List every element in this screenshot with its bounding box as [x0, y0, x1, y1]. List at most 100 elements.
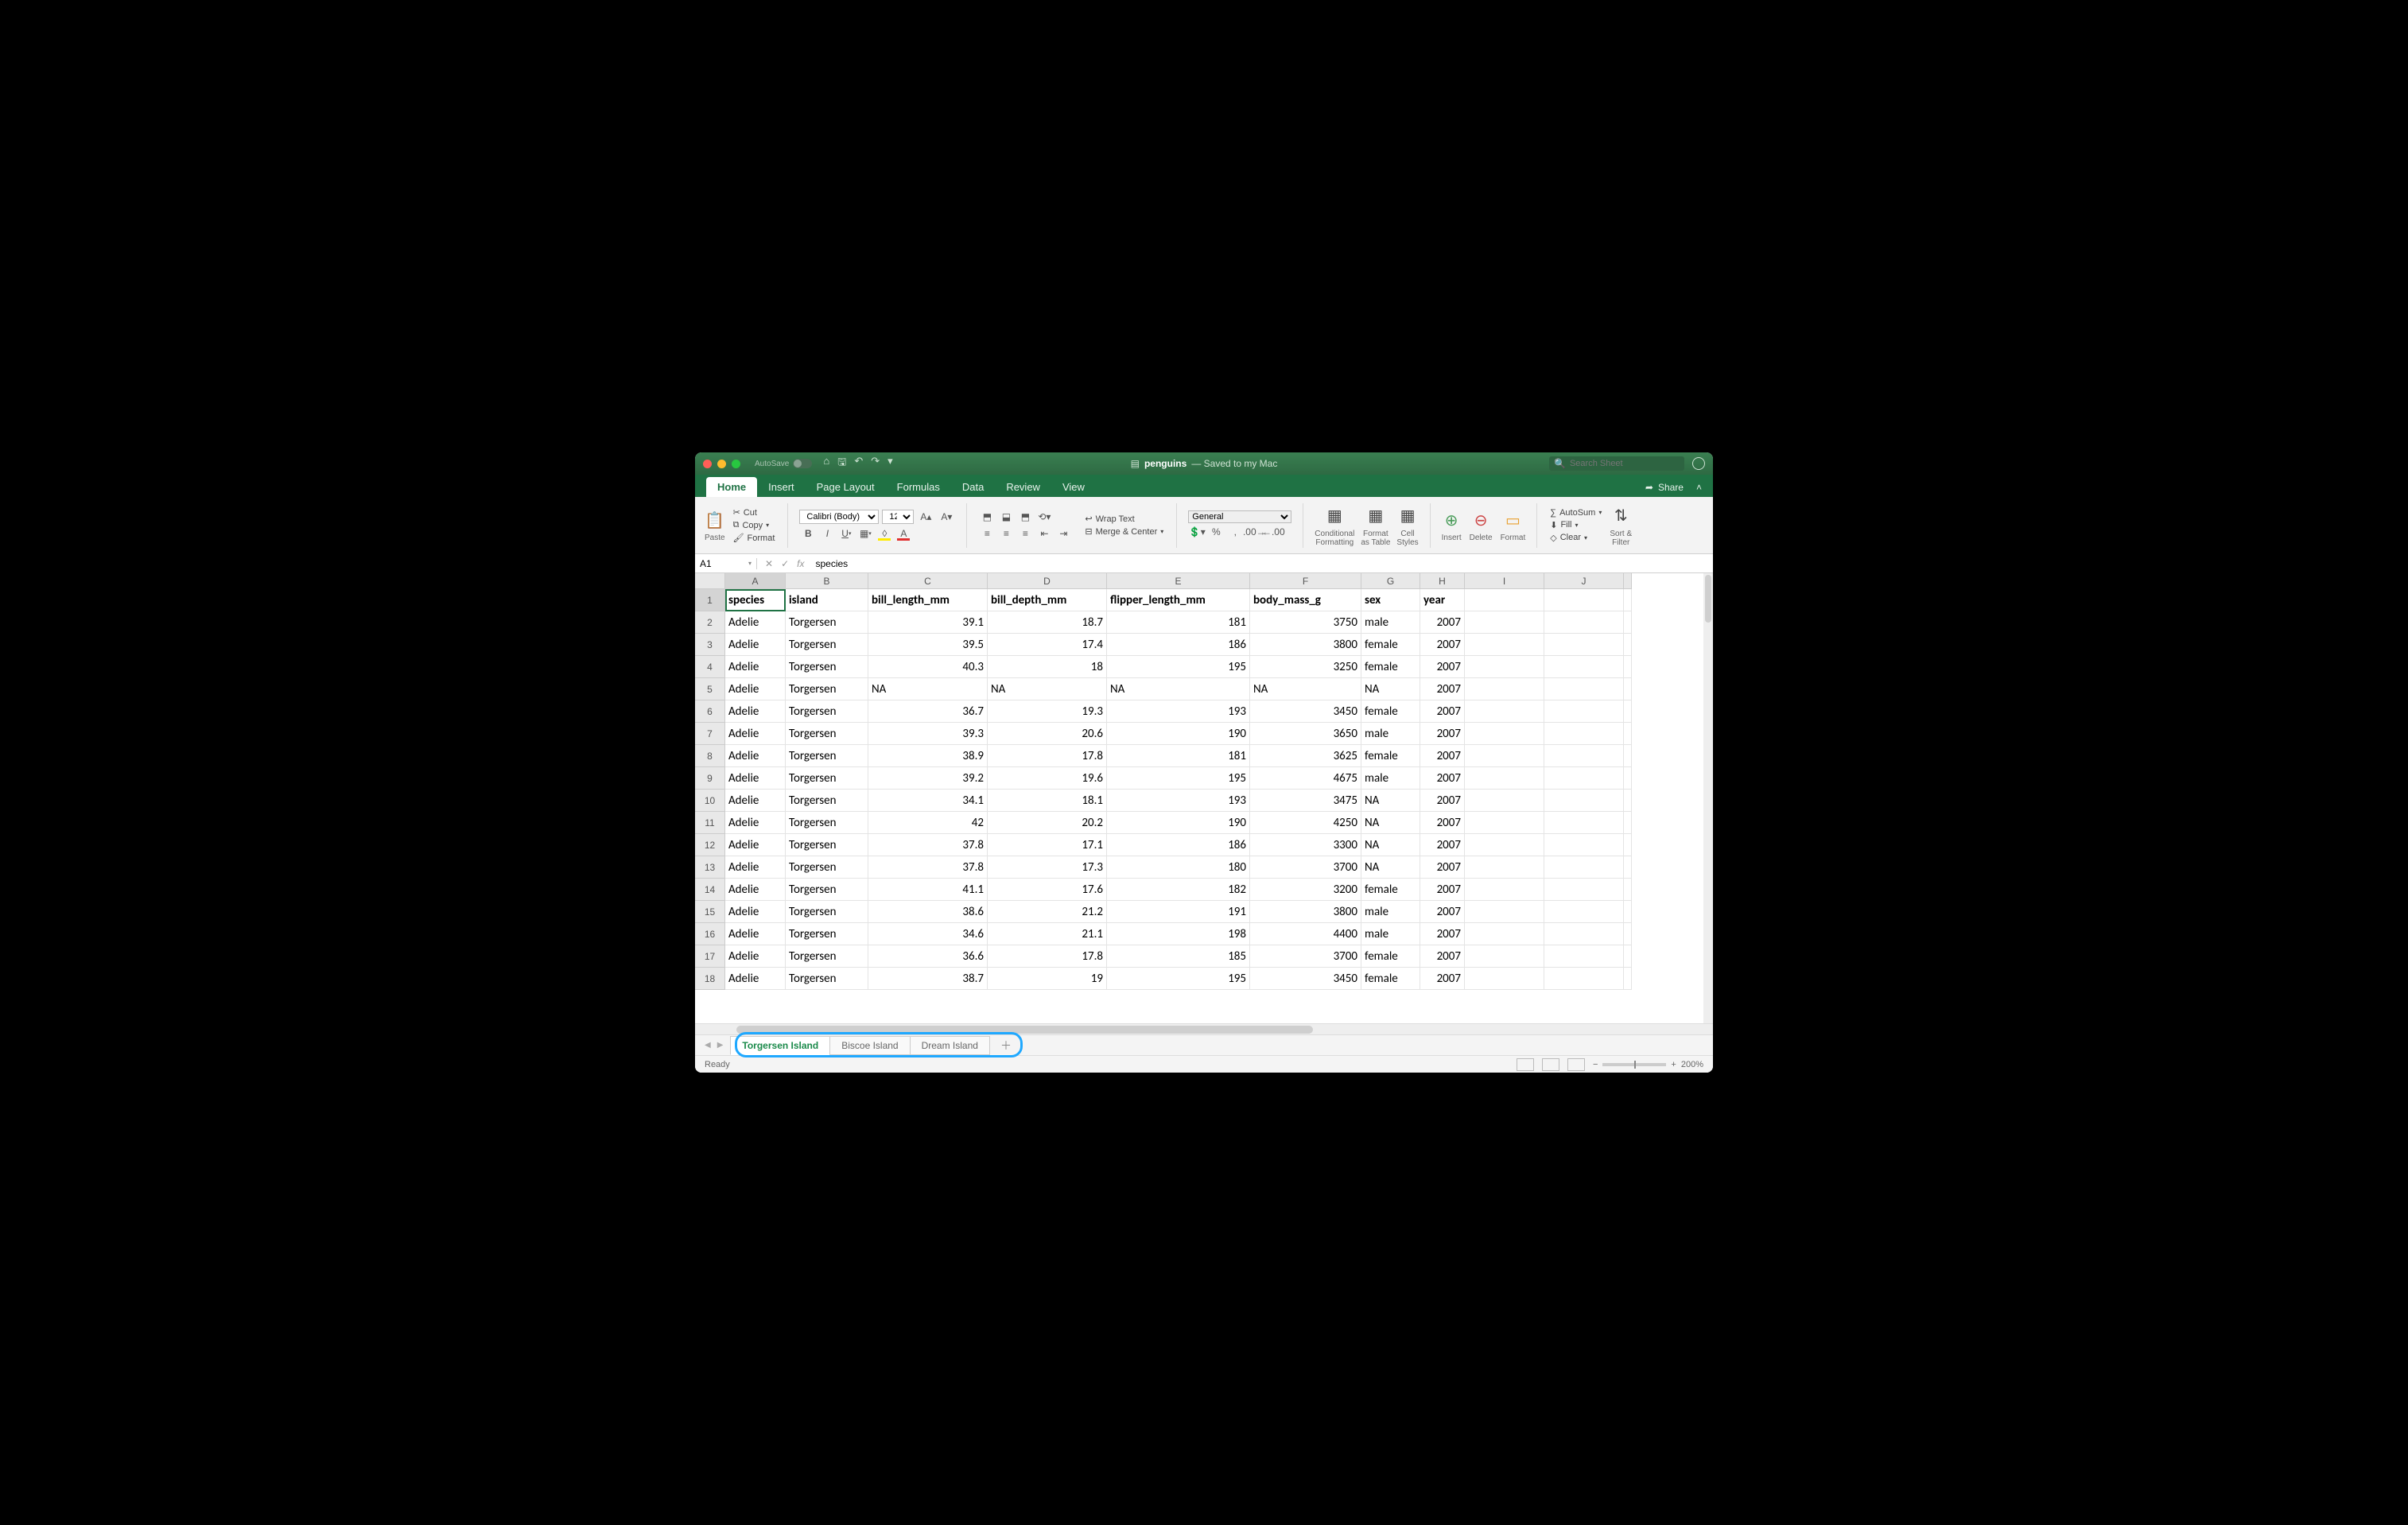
col-header-J[interactable]: J — [1544, 573, 1624, 589]
cell-C11[interactable]: 42 — [868, 812, 988, 834]
cell-I17[interactable] — [1465, 945, 1544, 968]
cell-H7[interactable]: 2007 — [1420, 723, 1465, 745]
cell-J13[interactable] — [1544, 856, 1624, 879]
accounting-icon[interactable]: 💲▾ — [1188, 524, 1206, 540]
search-input[interactable] — [1570, 459, 1680, 468]
minimize-window-button[interactable] — [717, 460, 726, 468]
ribbon-tab-review[interactable]: Review — [995, 477, 1051, 497]
cell-H3[interactable]: 2007 — [1420, 634, 1465, 656]
paste-icon[interactable]: 📋 — [705, 508, 724, 532]
qat-save-icon[interactable]: 🖫 — [837, 455, 846, 472]
cell-F9[interactable]: 4675 — [1250, 767, 1361, 790]
cell-C6[interactable]: 36.7 — [868, 700, 988, 723]
merge-center-button[interactable]: ⊟Merge & Center ▾ — [1083, 526, 1165, 537]
select-all-corner[interactable] — [695, 573, 725, 589]
indent-dec-icon[interactable]: ⇤ — [1035, 526, 1053, 541]
cell-D15[interactable]: 21.2 — [988, 901, 1107, 923]
cell-F13[interactable]: 3700 — [1250, 856, 1361, 879]
zoom-in-icon[interactable]: + — [1671, 1060, 1676, 1069]
cell-I14[interactable] — [1465, 879, 1544, 901]
cell-I4[interactable] — [1465, 656, 1544, 678]
ribbon-tab-home[interactable]: Home — [706, 477, 757, 497]
autosave-toggle[interactable]: AutoSave — [755, 459, 812, 468]
cell-E7[interactable]: 190 — [1107, 723, 1250, 745]
clear-button[interactable]: ◇Clear▾ — [1548, 532, 1603, 544]
row-header-3[interactable]: 3 — [695, 634, 725, 656]
col-header-G[interactable]: G — [1361, 573, 1420, 589]
cell-A14[interactable]: Adelie — [725, 879, 786, 901]
cell-F14[interactable]: 3200 — [1250, 879, 1361, 901]
fx-icon[interactable]: fx — [797, 558, 804, 569]
col-header-A[interactable]: A — [725, 573, 786, 589]
cell-I2[interactable] — [1465, 611, 1544, 634]
ribbon-tab-view[interactable]: View — [1051, 477, 1096, 497]
fill-button[interactable]: ⬇Fill▾ — [1548, 519, 1603, 531]
fill-color-button[interactable]: ◊ — [876, 526, 893, 541]
increase-font-icon[interactable]: A▴ — [917, 509, 934, 525]
cell-D18[interactable]: 19 — [988, 968, 1107, 990]
cell-I6[interactable] — [1465, 700, 1544, 723]
search-box[interactable]: 🔍 — [1549, 456, 1684, 471]
cell-E16[interactable]: 198 — [1107, 923, 1250, 945]
cell-G1[interactable]: sex — [1361, 589, 1420, 611]
cell-D12[interactable]: 17.1 — [988, 834, 1107, 856]
cell-G8[interactable]: female — [1361, 745, 1420, 767]
italic-button[interactable]: I — [818, 526, 836, 541]
percent-icon[interactable]: % — [1207, 524, 1225, 540]
cell-C5[interactable]: NA — [868, 678, 988, 700]
cell-A4[interactable]: Adelie — [725, 656, 786, 678]
cell-H8[interactable]: 2007 — [1420, 745, 1465, 767]
cell-E2[interactable]: 181 — [1107, 611, 1250, 634]
cell-I5[interactable] — [1465, 678, 1544, 700]
cell-B17[interactable]: Torgersen — [786, 945, 868, 968]
cell-C12[interactable]: 37.8 — [868, 834, 988, 856]
cell-F16[interactable]: 4400 — [1250, 923, 1361, 945]
cell-F12[interactable]: 3300 — [1250, 834, 1361, 856]
cell-H10[interactable]: 2007 — [1420, 790, 1465, 812]
sheet-tab-torgersen-island[interactable]: Torgersen Island — [730, 1036, 830, 1055]
cell-H11[interactable]: 2007 — [1420, 812, 1465, 834]
row-header-2[interactable]: 2 — [695, 611, 725, 634]
col-header-F[interactable]: F — [1250, 573, 1361, 589]
cell-D9[interactable]: 19.6 — [988, 767, 1107, 790]
cell-C1[interactable]: bill_length_mm — [868, 589, 988, 611]
cell-C3[interactable]: 39.5 — [868, 634, 988, 656]
format-table-icon[interactable]: ▦ — [1368, 504, 1383, 528]
sheet-nav-next-icon[interactable]: ▶ — [714, 1041, 727, 1050]
cell-F5[interactable]: NA — [1250, 678, 1361, 700]
row-header-13[interactable]: 13 — [695, 856, 725, 879]
cell-I16[interactable] — [1465, 923, 1544, 945]
cell-E13[interactable]: 180 — [1107, 856, 1250, 879]
row-header-5[interactable]: 5 — [695, 678, 725, 700]
spreadsheet-grid[interactable]: ABCDEFGHIJ1speciesislandbill_length_mmbi… — [695, 573, 1713, 1023]
row-header-7[interactable]: 7 — [695, 723, 725, 745]
page-break-view-icon[interactable] — [1567, 1058, 1585, 1071]
cell-G15[interactable]: male — [1361, 901, 1420, 923]
cell-D14[interactable]: 17.6 — [988, 879, 1107, 901]
align-right-icon[interactable]: ≡ — [1016, 526, 1034, 541]
cell-I11[interactable] — [1465, 812, 1544, 834]
cell-B6[interactable]: Torgersen — [786, 700, 868, 723]
formula-input[interactable]: species — [812, 558, 1713, 569]
cell-J3[interactable] — [1544, 634, 1624, 656]
cell-C18[interactable]: 38.7 — [868, 968, 988, 990]
zoom-control[interactable]: − + 200% — [1593, 1060, 1703, 1069]
cell-E5[interactable]: NA — [1107, 678, 1250, 700]
border-button[interactable]: ▦▾ — [856, 526, 874, 541]
cell-F17[interactable]: 3700 — [1250, 945, 1361, 968]
cut-button[interactable]: ✂Cut — [732, 506, 777, 518]
decrease-font-icon[interactable]: A▾ — [938, 509, 955, 525]
cell-G18[interactable]: female — [1361, 968, 1420, 990]
cell-B15[interactable]: Torgersen — [786, 901, 868, 923]
comma-icon[interactable]: , — [1226, 524, 1244, 540]
orientation-icon[interactable]: ⟲▾ — [1035, 509, 1053, 525]
close-window-button[interactable] — [703, 460, 712, 468]
ribbon-tab-page-layout[interactable]: Page Layout — [806, 477, 886, 497]
cell-A13[interactable]: Adelie — [725, 856, 786, 879]
font-color-button[interactable]: A — [895, 526, 912, 541]
insert-cells-icon[interactable]: ⊕ — [1445, 508, 1458, 532]
cell-I1[interactable] — [1465, 589, 1544, 611]
cell-J1[interactable] — [1544, 589, 1624, 611]
cell-I3[interactable] — [1465, 634, 1544, 656]
maximize-window-button[interactable] — [732, 460, 740, 468]
